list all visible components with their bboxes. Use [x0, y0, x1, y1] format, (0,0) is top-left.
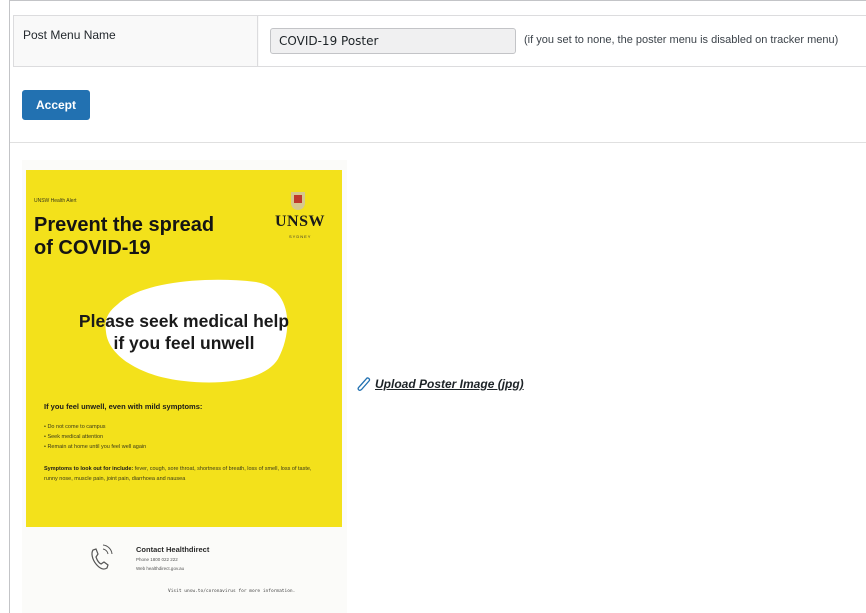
- visit-line: Visit unsw.to/coronavirus for more infor…: [168, 589, 296, 594]
- contact-web: Web healthdirect.gov.au: [136, 566, 185, 571]
- poster-bullet: • Do not come to campus: [44, 424, 106, 430]
- poster-bullet-list: • Do not come to campus • Seek medical a…: [44, 422, 146, 452]
- poster-message-line1: Please seek medical help: [78, 311, 290, 331]
- poster-title-line1: Prevent the spread: [34, 214, 215, 236]
- post-menu-hint: (if you set to none, the poster menu is …: [524, 34, 839, 46]
- post-menu-value-cell: (if you set to none, the poster menu is …: [259, 16, 866, 66]
- post-menu-name-input[interactable]: [270, 28, 516, 54]
- symptoms-label: Symptoms to look out for include:: [44, 466, 134, 472]
- symptoms-text: Symptoms to look out for include: fever,…: [44, 464, 324, 484]
- settings-table: Post Menu Name (if you set to none, the …: [13, 15, 866, 67]
- contact-phone: Phone 1800 022 222: [136, 557, 178, 562]
- poster-message: Please seek medical help if you feel unw…: [44, 310, 324, 354]
- accept-button[interactable]: Accept: [22, 90, 90, 120]
- poster-title-line2: of COVID-19: [34, 237, 151, 259]
- upload-poster-link[interactable]: Upload Poster Image (jpg): [355, 376, 524, 392]
- poster-yellow-panel: UNSW Health Alert Prevent the spread of …: [26, 170, 342, 527]
- poster-bullet: • Remain at home until you feel well aga…: [44, 444, 147, 450]
- phone-icon: [91, 544, 113, 570]
- poster-message-line2: if you feel unwell: [113, 333, 255, 353]
- post-menu-name-label: Post Menu Name: [14, 16, 258, 66]
- poster-title: Prevent the spread of COVID-19: [34, 214, 254, 260]
- unsw-logo: UNSW: [275, 213, 326, 230]
- unsw-logo-subtext: SYDNEY: [289, 234, 312, 239]
- upload-poster-label: Upload Poster Image (jpg): [375, 377, 524, 391]
- symptoms-heading: If you feel unwell, even with mild sympt…: [44, 402, 203, 411]
- poster-bullet: • Seek medical attention: [44, 434, 104, 440]
- contact-title: Contact Healthdirect: [136, 545, 210, 554]
- poster-image: UNSW Health Alert Prevent the spread of …: [22, 160, 347, 613]
- paperclip-icon: [357, 377, 371, 391]
- poster-alert-label: UNSW Health Alert: [34, 198, 77, 204]
- unsw-crest-icon: [291, 192, 305, 210]
- divider: [10, 142, 866, 143]
